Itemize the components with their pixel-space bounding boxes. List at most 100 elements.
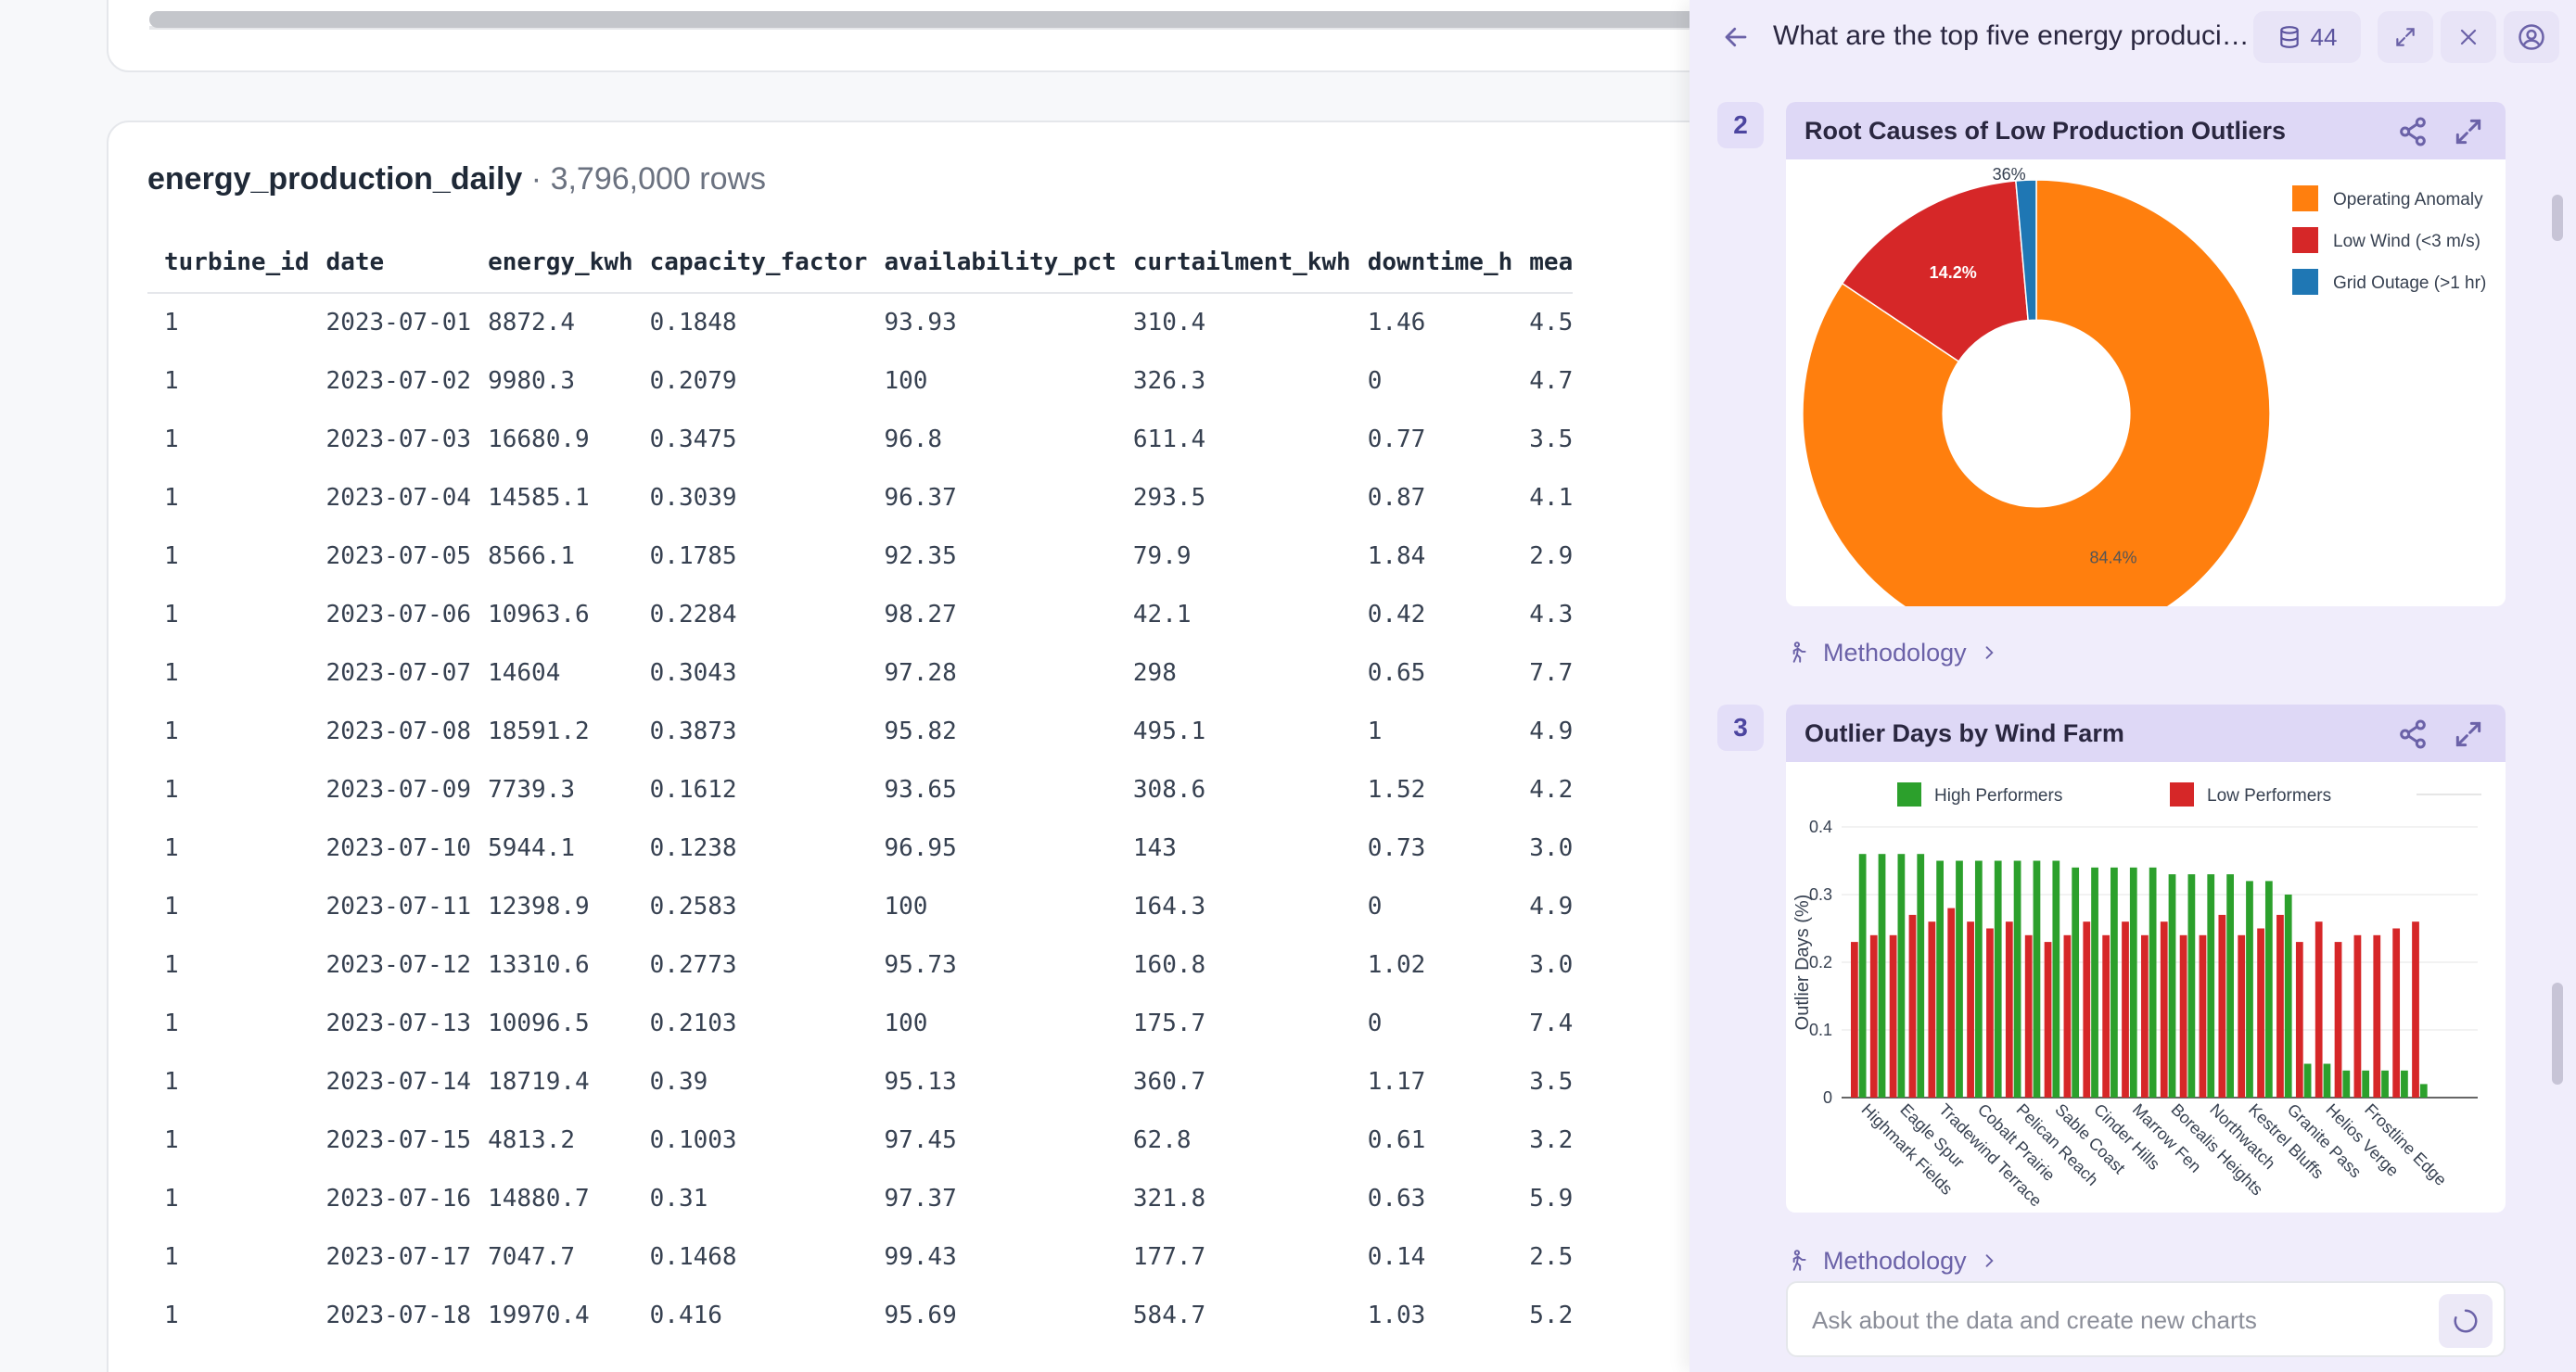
column-header[interactable]: availability_pct [867,232,1116,294]
table-cell: 5944.1 [488,833,576,862]
column-header[interactable]: mea [1512,232,1574,294]
bar[interactable] [2284,895,2292,1098]
column-header[interactable]: curtailment_kwh [1116,232,1351,294]
bar[interactable] [1889,934,1897,1098]
bar[interactable] [1974,860,1983,1099]
bar[interactable] [2353,934,2362,1098]
chart-number: 3 [1717,705,1764,751]
account-button[interactable] [2504,11,2559,63]
bar[interactable] [2401,1070,2408,1098]
bar[interactable] [1897,854,1906,1098]
bar[interactable] [2141,934,2149,1098]
bar[interactable] [2264,881,2273,1098]
bar[interactable] [2207,874,2215,1098]
legend-label[interactable]: Low Wind (<3 m/s) [2333,232,2480,251]
legend-label[interactable]: High Performers [1934,786,2062,806]
bar[interactable] [2334,942,2342,1098]
bar[interactable] [2160,921,2168,1098]
share-icon[interactable] [2394,716,2431,753]
bar[interactable] [2187,874,2196,1098]
back-button[interactable] [1708,11,1764,63]
bar[interactable] [2063,934,2072,1098]
data-sources-button[interactable]: 44 [2253,11,2361,63]
bar[interactable] [1908,914,1917,1098]
bar[interactable] [2226,874,2234,1098]
legend-label[interactable]: Low Performers [2207,786,2331,806]
bar[interactable] [2199,934,2207,1098]
legend-label[interactable]: Operating Anomaly [2333,190,2483,210]
bar[interactable] [2013,860,2021,1099]
bar[interactable] [1878,854,1886,1098]
share-icon[interactable] [2394,113,2431,150]
bar[interactable] [2102,934,2111,1098]
bar[interactable] [2052,860,2060,1099]
bar[interactable] [2303,1063,2312,1099]
bar[interactable] [2024,934,2033,1098]
bar[interactable] [1851,942,1858,1098]
column-header[interactable]: energy_kwh [471,232,633,294]
y-tick-label: 0 [1823,1088,1832,1107]
table-cell: 2023-07-13 [325,1009,472,1037]
table-row: 1 2023-07-13 10096.5 0.2103 100 175.7 0 7.4 [147,994,1573,1052]
bar[interactable] [2072,867,2080,1098]
bar[interactable] [2238,934,2246,1098]
maximize-button[interactable] [2378,11,2433,63]
panel-header: What are the top five energy producing..… [1690,0,2576,74]
panel-scrollbar[interactable] [2552,195,2563,241]
bar[interactable] [1956,860,1963,1099]
column-header[interactable]: downtime_h [1350,232,1513,294]
bar[interactable] [1936,860,1944,1099]
bar[interactable] [2419,1084,2428,1098]
bar[interactable] [2342,1070,2351,1098]
bar[interactable] [2381,1070,2389,1098]
bar[interactable] [2149,867,2157,1098]
bar[interactable] [2276,914,2284,1098]
table-cell: 0.2773 [649,950,737,979]
bar[interactable] [1917,854,1925,1098]
bar[interactable] [2122,921,2129,1098]
column-header[interactable]: turbine_id [147,232,310,294]
bar[interactable] [1928,921,1936,1098]
table-cell: 1 [164,892,179,921]
table-cell: 2023-07-11 [325,892,472,921]
bar[interactable] [2257,928,2264,1099]
bar[interactable] [2083,921,2091,1098]
bar[interactable] [2392,928,2401,1099]
panel-scrollbar-thumb[interactable] [2552,983,2563,1085]
bar[interactable] [2111,867,2118,1098]
bar[interactable] [2412,921,2419,1098]
send-button[interactable] [2439,1294,2493,1348]
bar[interactable] [2315,921,2323,1098]
bar[interactable] [2218,914,2226,1098]
bar[interactable] [2044,942,2052,1098]
user-circle-icon [2519,24,2544,50]
column-header[interactable]: date [309,232,472,294]
close-button[interactable] [2441,11,2496,63]
bar[interactable] [2179,934,2187,1098]
column-header[interactable]: capacity_factor [632,232,868,294]
methodology-toggle[interactable]: Methodology [1786,1242,1998,1279]
bar[interactable] [2168,874,2176,1098]
chat-input[interactable] [1812,1300,2415,1340]
bar[interactable] [2295,942,2303,1098]
legend-label[interactable]: Grid Outage (>1 hr) [2333,273,2486,293]
bar[interactable] [1967,921,1974,1098]
expand-icon[interactable] [2450,113,2487,150]
bar[interactable] [2246,881,2253,1098]
bar[interactable] [1858,854,1867,1098]
bar[interactable] [1986,928,1994,1099]
bar[interactable] [1947,908,1956,1098]
bar[interactable] [2033,860,2041,1099]
bar[interactable] [2373,934,2381,1098]
bar[interactable] [1994,860,2002,1099]
bar[interactable] [2362,1070,2370,1098]
methodology-toggle[interactable]: Methodology [1786,634,1998,671]
bar[interactable] [2005,921,2013,1098]
bar[interactable] [2129,867,2137,1098]
bar[interactable] [2323,1063,2331,1099]
bar[interactable] [2091,867,2098,1098]
expand-icon[interactable] [2450,716,2487,753]
table-cell: 0.3475 [649,425,737,453]
bar[interactable] [1869,934,1878,1098]
horizontal-scrollbar[interactable] [149,11,1874,28]
